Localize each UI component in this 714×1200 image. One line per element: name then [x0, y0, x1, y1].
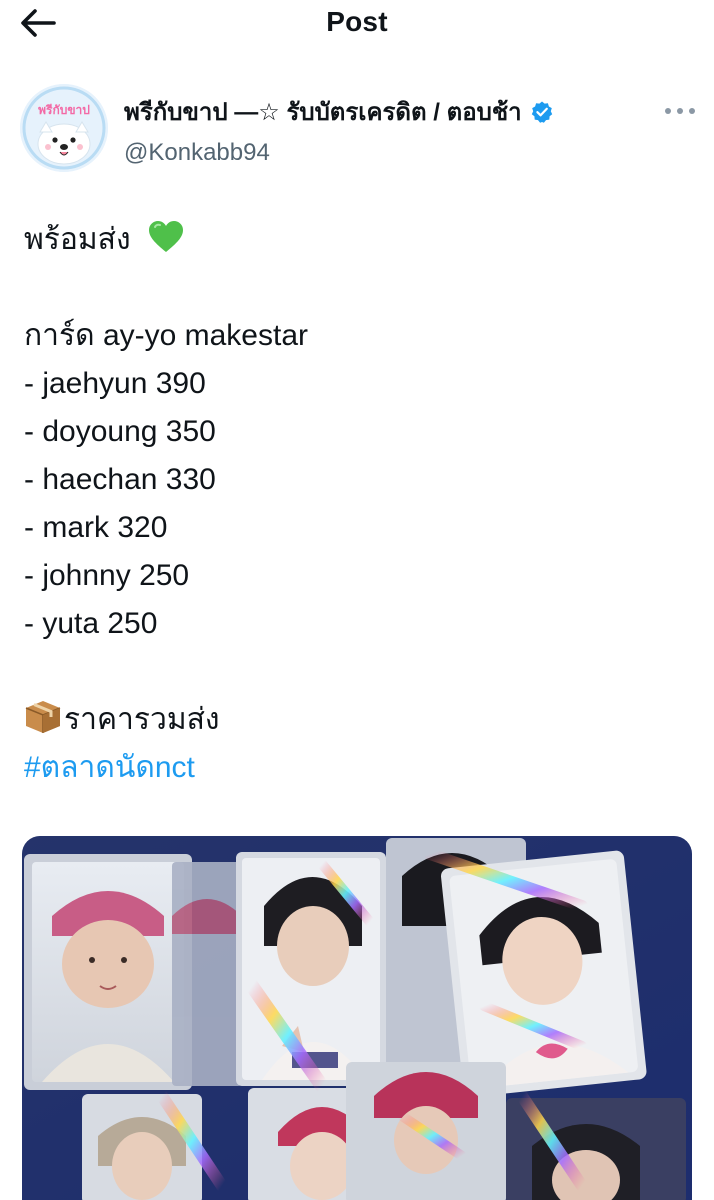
avatar-text: พรีกับขาป [38, 103, 90, 117]
display-name-text: พรีกับขาป —☆ รับบัตรเครดิต / ตอบช้า [124, 99, 522, 126]
list-item: - doyoung 350 [24, 415, 216, 448]
page-title: Post [326, 6, 388, 37]
list-item: - jaehyun 390 [24, 367, 206, 400]
author-handle[interactable]: @Konkabb94 [124, 139, 554, 167]
list-item: - johnny 250 [24, 559, 190, 592]
photocards-photo [22, 836, 692, 1200]
more-horizontal-icon [665, 108, 695, 114]
post-media-image[interactable] [22, 836, 692, 1200]
post-text: พร้อมส่ง การ์ด ay-yo makestar - jaehyun … [24, 216, 684, 792]
top-bar: Post [0, 0, 714, 46]
post-author: พรีกับขาป พรีกับขาป —☆ รับบัตรเครดิต / ต… [20, 82, 700, 178]
shipping-line: ราคารวมส่ง [24, 696, 684, 744]
post-intro-line: พร้อมส่ง [24, 216, 684, 264]
hashtag-line: #ตลาดนัดnct [24, 744, 684, 792]
list-item: - haechan 330 [24, 463, 216, 496]
post-intro: พร้อมส่ง [24, 223, 131, 256]
author-info: พรีกับขาป —☆ รับบัตรเครดิต / ตอบช้า @Kon… [124, 92, 554, 167]
avatar-image: พรีกับขาป [20, 84, 108, 172]
display-name[interactable]: พรีกับขาป —☆ รับบัตรเครดิต / ตอบช้า [124, 92, 554, 131]
shipping-note: ราคารวมส่ง [64, 703, 220, 736]
avatar[interactable]: พรีกับขาป [20, 84, 108, 172]
package-icon [24, 699, 62, 750]
more-options-button[interactable] [660, 98, 700, 124]
green-heart-icon [147, 220, 185, 269]
verified-badge-icon[interactable] [530, 100, 554, 124]
list-item: - mark 320 [24, 511, 168, 544]
list-item: - yuta 250 [24, 607, 158, 640]
hashtag-link[interactable]: #ตลาดนัดnct [24, 751, 195, 784]
list-title: การ์ด ay-yo makestar [24, 319, 309, 352]
